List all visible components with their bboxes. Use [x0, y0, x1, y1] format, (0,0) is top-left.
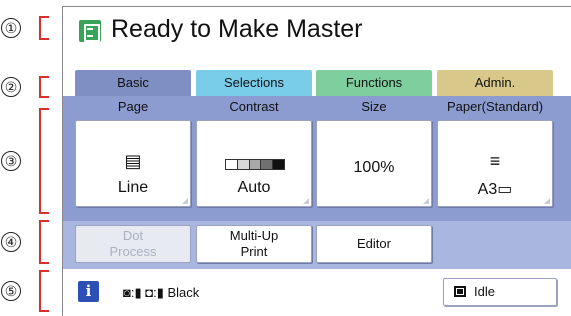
document-icon: ▤	[124, 151, 142, 171]
corner-mark	[544, 198, 550, 204]
contrast-button[interactable]: Auto	[196, 120, 312, 207]
callout-number: ③	[1, 151, 21, 171]
idle-label: Idle	[474, 284, 495, 299]
tab-basic[interactable]: Basic	[75, 70, 191, 96]
editor-button[interactable]: Editor	[316, 225, 432, 263]
paper-heading: Paper(Standard)	[446, 99, 544, 114]
corner-mark	[303, 198, 309, 204]
idle-button[interactable]: Idle	[443, 278, 557, 306]
function-row: Dot Process Multi-Up Print Editor	[63, 221, 571, 269]
status-bar: i ◙:▮ ◘:▮ Black Idle	[63, 269, 571, 316]
info-icon[interactable]: i	[78, 281, 99, 302]
contrast-value: Auto	[237, 179, 271, 196]
callout-4: ④	[1, 220, 61, 264]
corner-mark	[182, 198, 188, 204]
size-button[interactable]: 100%	[316, 120, 432, 207]
callout-bracket	[39, 220, 49, 264]
callout-number: ②	[1, 77, 21, 97]
callout-bracket	[39, 108, 49, 214]
page-value: Line	[117, 179, 149, 196]
size-heading: Size	[361, 99, 387, 114]
callout-bracket	[39, 270, 49, 312]
panel-screen: Ready to Make Master Basic Selections Fu…	[62, 6, 571, 316]
page-heading: Page	[117, 99, 149, 114]
basic-settings-panel: Page Contrast Size Paper(Standard) ▤ Lin…	[63, 96, 571, 221]
tab-selections[interactable]: Selections	[196, 70, 312, 96]
contrast-scale-icon	[225, 159, 285, 170]
tab-functions[interactable]: Functions	[316, 70, 432, 96]
callout-number: ①	[1, 18, 21, 38]
callout-number: ④	[1, 232, 21, 252]
ink-status: ◙:▮ ◘:▮ Black	[123, 285, 200, 300]
callout-bracket	[39, 16, 49, 40]
multi-up-print-button[interactable]: Multi-Up Print	[196, 225, 312, 263]
callout-1: ①	[1, 16, 61, 40]
master-icon	[79, 20, 101, 42]
callout-5: ⑤	[1, 270, 61, 312]
printer-icon	[454, 286, 466, 297]
callout-bracket	[39, 76, 49, 98]
dot-process-button[interactable]: Dot Process	[75, 225, 191, 263]
callout-3: ③	[1, 108, 61, 214]
tab-admin[interactable]: Admin.	[437, 70, 553, 96]
contrast-heading: Contrast	[229, 99, 279, 114]
paper-tray-icon: ≡	[489, 151, 501, 171]
tab-bar: Basic Selections Functions Admin.	[63, 70, 571, 96]
callout-2: ②	[1, 76, 61, 98]
callout-number: ⑤	[1, 281, 21, 301]
size-value: 100%	[353, 159, 395, 176]
page-button[interactable]: ▤ Line	[75, 120, 191, 207]
screen-diagram: ① ② ③ ④ ⑤ Ready to Make Master Basic Sel…	[0, 0, 571, 316]
page-title: Ready to Make Master	[111, 15, 363, 43]
corner-mark	[423, 198, 429, 204]
paper-value: A3▭	[477, 181, 513, 198]
paper-button[interactable]: ≡ A3▭	[437, 120, 553, 207]
title-bar: Ready to Make Master	[63, 7, 571, 57]
